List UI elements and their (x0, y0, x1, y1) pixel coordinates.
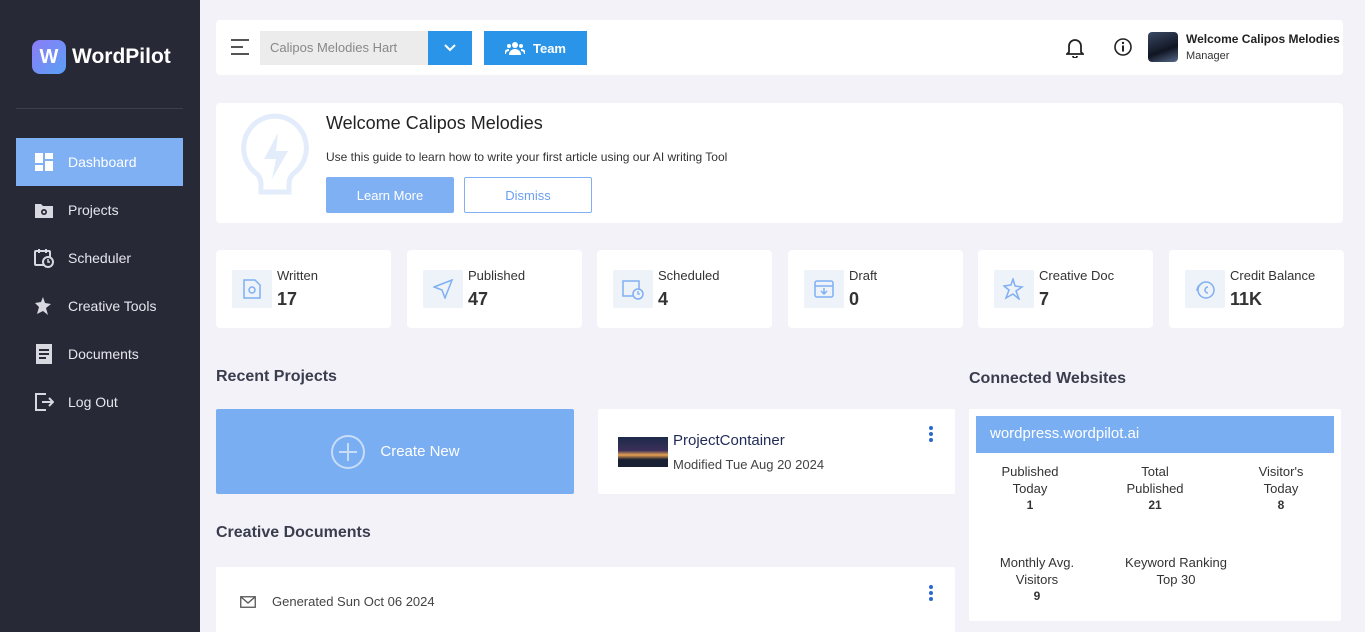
metric-published-today: Published Today 1 (991, 463, 1069, 514)
avatar[interactable] (1148, 32, 1178, 62)
stat-label: Scheduled (658, 268, 720, 283)
metric-total-published: Total Published 21 (1117, 463, 1193, 514)
logo-mark-icon: W (32, 40, 66, 74)
stat-value: 47 (468, 289, 489, 309)
metric-label: Visitor's Today (1258, 464, 1304, 496)
metric-value: 9 (1033, 589, 1041, 603)
document-card[interactable]: Generated Sun Oct 06 2024 (216, 567, 955, 632)
recent-projects-title: Recent Projects (216, 368, 337, 385)
sidebar: W WordPilot Dashboard Projects Scheduler (0, 0, 200, 632)
logo[interactable]: W WordPilot (32, 40, 171, 74)
stat-label: Written (277, 268, 318, 283)
stat-written: Written 17 (216, 250, 391, 328)
app-name: WordPilot (72, 45, 171, 68)
creative-documents-title: Creative Documents (216, 524, 371, 541)
sidebar-item-label: Dashboard (68, 154, 137, 170)
metric-value: 1 (1026, 498, 1034, 512)
sidebar-item-scheduler[interactable]: Scheduler (16, 234, 183, 282)
folder-gear-icon (34, 200, 54, 220)
metric-value: 8 (1277, 498, 1285, 512)
sidebar-item-label: Scheduler (68, 250, 132, 266)
connected-websites-title: Connected Websites (969, 370, 1127, 387)
calendar-clock-icon (613, 270, 653, 308)
metric-label: Total Published (1126, 464, 1184, 496)
metric-visitors-today: Visitor's Today 8 (1243, 463, 1319, 514)
calendar-clock-icon (34, 248, 54, 268)
metric-keyword-ranking: Keyword Ranking Top 30 (1121, 554, 1231, 588)
coins-icon (1185, 270, 1225, 308)
metric-label: Keyword Ranking Top 30 (1125, 555, 1227, 587)
sidebar-item-documents[interactable]: Documents (16, 330, 183, 378)
sidebar-item-label: Documents (68, 346, 139, 362)
team-button[interactable]: Team (484, 31, 587, 65)
welcome-banner: Welcome Calipos Melodies Use this guide … (216, 103, 1343, 223)
stat-value: 0 (849, 289, 860, 309)
kebab-menu-icon[interactable] (929, 585, 933, 601)
workspace-select[interactable]: Calipos Melodies Hart (260, 31, 428, 65)
stat-value: 11K (1230, 289, 1263, 309)
project-card[interactable]: ProjectContainer Modified Tue Aug 20 202… (598, 409, 955, 494)
users-icon (505, 42, 525, 55)
send-icon (423, 270, 463, 308)
stat-credit-balance: Credit Balance 11K (1169, 250, 1344, 328)
welcome-subtitle: Use this guide to learn how to write you… (326, 150, 728, 164)
stat-creative-doc: Creative Doc 7 (978, 250, 1153, 328)
stat-published: Published 47 (407, 250, 582, 328)
workspace-dropdown-button[interactable] (428, 31, 472, 65)
plus-circle-icon (331, 434, 366, 469)
envelope-icon (240, 595, 256, 613)
info-icon[interactable] (1114, 38, 1132, 61)
dashboard-icon (34, 152, 54, 172)
sidebar-nav: Dashboard Projects Scheduler Creative To… (16, 138, 183, 426)
stat-value: 17 (277, 289, 298, 309)
metric-value: 21 (1148, 498, 1162, 512)
project-name[interactable]: ProjectContainer (673, 432, 785, 449)
project-thumbnail (618, 437, 668, 467)
document-gear-icon (232, 270, 272, 308)
notification-bell-icon[interactable] (1064, 38, 1086, 63)
stat-label: Published (468, 268, 526, 283)
sidebar-item-dashboard[interactable]: Dashboard (16, 138, 183, 186)
lightbulb-icon (240, 113, 310, 218)
kebab-menu-icon[interactable] (929, 426, 933, 442)
connected-site-card: wordpress.wordpilot.ai Published Today 1… (969, 409, 1341, 621)
create-new-button[interactable]: Create New (216, 409, 574, 494)
sidebar-item-label: Creative Tools (68, 298, 157, 314)
metric-label: Published Today (1001, 464, 1059, 496)
sidebar-item-label: Projects (68, 202, 119, 218)
user-role: Manager (1186, 50, 1230, 62)
stat-scheduled: Scheduled 4 (597, 250, 772, 328)
document-generated: Generated Sun Oct 06 2024 (272, 594, 435, 609)
sidebar-item-projects[interactable]: Projects (16, 186, 183, 234)
stat-label: Credit Balance (1230, 268, 1316, 283)
learn-more-button[interactable]: Learn More (326, 177, 454, 213)
document-icon (34, 344, 54, 364)
metric-label: Monthly Avg. Visitors (999, 555, 1075, 587)
welcome-title: Welcome Calipos Melodies (326, 113, 543, 133)
user-name: Welcome Calipos Melodies (1186, 32, 1340, 46)
sparkle-icon (994, 270, 1034, 308)
top-bar: Calipos Melodies Hart Team Welcome Calip… (216, 20, 1343, 75)
metric-monthly-avg-visitors: Monthly Avg. Visitors 9 (993, 554, 1081, 605)
stat-draft: Draft 0 (788, 250, 963, 328)
dismiss-button[interactable]: Dismiss (464, 177, 592, 213)
project-modified: Modified Tue Aug 20 2024 (673, 457, 825, 472)
archive-icon (804, 270, 844, 308)
sidebar-divider (16, 108, 183, 109)
team-button-label: Team (533, 40, 566, 56)
sparkle-icon (34, 296, 54, 316)
menu-toggle-icon[interactable] (231, 39, 249, 55)
stat-label: Draft (849, 268, 878, 283)
stat-label: Creative Doc (1039, 268, 1115, 283)
stat-value: 7 (1039, 289, 1050, 309)
sidebar-item-logout[interactable]: Log Out (16, 378, 183, 426)
sidebar-item-creative-tools[interactable]: Creative Tools (16, 282, 183, 330)
create-new-label: Create New (380, 443, 460, 460)
logout-icon (34, 392, 54, 412)
stat-value: 4 (658, 289, 669, 309)
sidebar-item-label: Log Out (68, 394, 118, 410)
chevron-down-icon (444, 44, 456, 52)
site-url[interactable]: wordpress.wordpilot.ai (976, 416, 1334, 453)
